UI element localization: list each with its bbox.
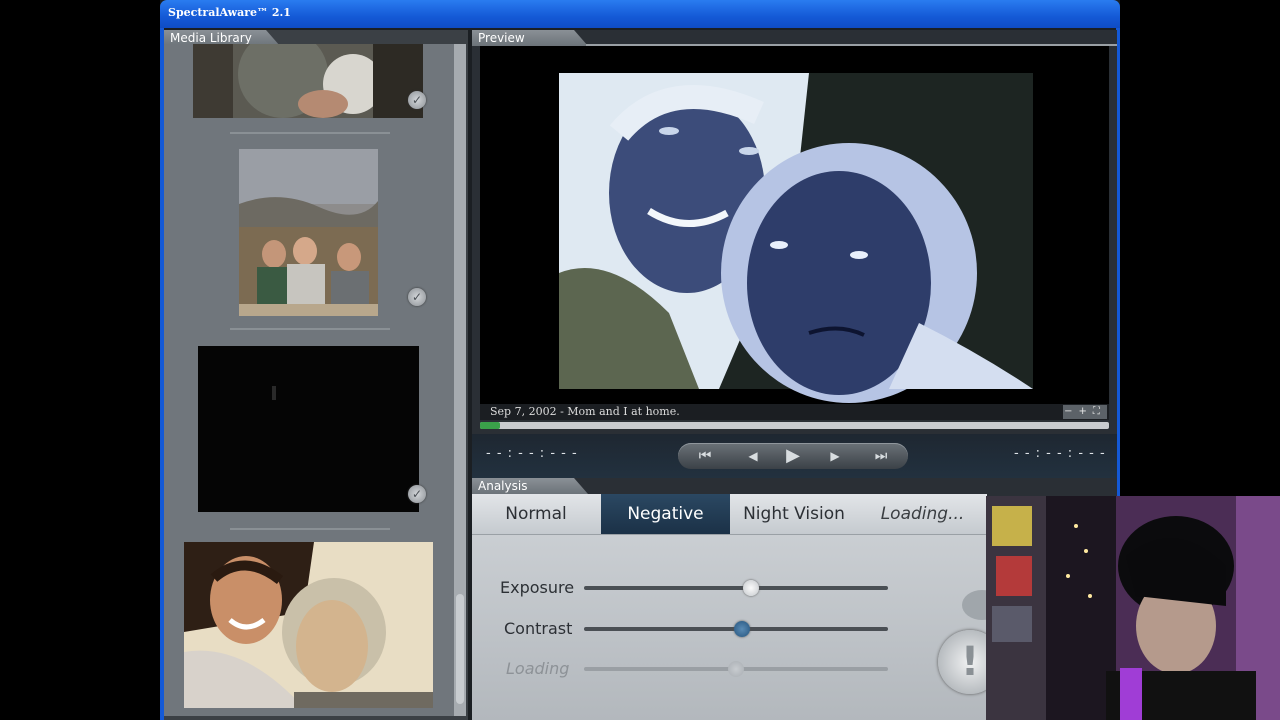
tab-negative[interactable]: Negative [601, 494, 730, 534]
skip-forward-icon[interactable]: ⏭ [868, 445, 894, 467]
loading-slider [584, 661, 888, 677]
media-library-title: Media Library [170, 31, 252, 45]
playback-progress-bar[interactable] [480, 422, 1109, 429]
analysis-controls: Normal Negative Night Vision Loading... … [472, 494, 1002, 720]
webcam-video [986, 496, 1280, 720]
transport-bar: - - : - - : - - - ⏮ ◀ ▶ ▶ ⏭ - - : - - : … [472, 434, 1117, 478]
library-item-2-check-icon[interactable]: ✓ [408, 288, 426, 306]
divider [230, 528, 390, 530]
contrast-label: Contrast [504, 619, 573, 638]
webcam-overlay [986, 496, 1280, 720]
preview-header: Preview [472, 30, 588, 46]
library-item-1[interactable] [193, 44, 423, 118]
library-item-4[interactable] [184, 542, 433, 708]
preview-title: Preview [478, 31, 525, 45]
contrast-slider[interactable] [584, 621, 888, 637]
step-back-icon[interactable]: ◀ [740, 445, 766, 467]
loading-slider-label: Loading [506, 659, 570, 678]
library-item-1-check-icon[interactable]: ✓ [408, 91, 426, 109]
title-bar: SpectralAware™ 2.1 [160, 0, 1120, 28]
loading-slider-knob [728, 661, 744, 677]
contrast-slider-knob[interactable] [734, 621, 750, 637]
media-library-list: ✓ ✓ ✓ [164, 44, 454, 716]
thumbnail-dark [198, 346, 419, 512]
media-library-panel: Media Library ✓ ✓ ✓ [164, 30, 468, 720]
time-total: - - : - - : - - - [1014, 446, 1106, 461]
exposure-label: Exposure [500, 578, 575, 597]
library-scrollbar[interactable] [454, 44, 466, 716]
skip-back-icon[interactable]: ⏮ [692, 445, 718, 467]
thumbnail-family-outdoors [239, 149, 378, 316]
library-item-2[interactable] [239, 149, 378, 316]
preview-screen[interactable] [480, 46, 1109, 404]
preview-caption: Sep 7, 2002 - Mom and I at home. [490, 405, 680, 418]
thumbnail-mom-and-i [184, 542, 433, 708]
analysis-title: Analysis [478, 479, 528, 493]
divider [230, 328, 390, 330]
tab-night-vision[interactable]: Night Vision [730, 494, 858, 534]
preview-caption-bar: Sep 7, 2002 - Mom and I at home. −+⛶ [480, 404, 1109, 420]
preview-panel: Preview Sep 7, 2002 - Mom and I at home.… [472, 30, 1117, 478]
window-title: SpectralAware™ 2.1 [168, 6, 291, 19]
analysis-tabs: Normal Negative Night Vision Loading... [472, 494, 987, 535]
app-window: SpectralAware™ 2.1 Media Library ✓ ✓ ✓ P… [160, 0, 1120, 720]
step-forward-icon[interactable]: ▶ [822, 445, 848, 467]
preview-image-negative [480, 46, 1109, 404]
thumbnail-man-holding-object [193, 44, 423, 118]
play-icon[interactable]: ▶ [780, 445, 806, 467]
divider [230, 132, 390, 134]
analysis-header: Analysis [472, 478, 588, 494]
library-scrollbar-thumb[interactable] [456, 594, 464, 704]
library-item-3-check-icon[interactable]: ✓ [408, 485, 426, 503]
tab-normal[interactable]: Normal [472, 494, 600, 534]
exposure-slider[interactable] [584, 580, 888, 596]
time-elapsed: - - : - - : - - - [486, 446, 578, 461]
playback-progress-fill [480, 422, 500, 429]
zoom-controls[interactable]: −+⛶ [1063, 405, 1107, 419]
tab-loading: Loading... [880, 504, 965, 524]
transport-controls: ⏮ ◀ ▶ ▶ ⏭ [678, 443, 908, 469]
exposure-slider-knob[interactable] [743, 580, 759, 596]
library-item-3[interactable] [198, 346, 419, 512]
